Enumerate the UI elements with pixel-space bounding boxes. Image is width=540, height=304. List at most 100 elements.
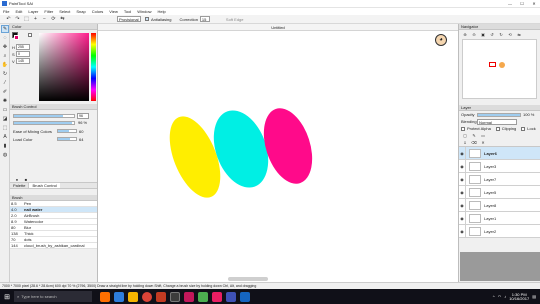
tab-palette[interactable]: Palette: [10, 183, 30, 188]
text-tool-icon[interactable]: A: [1, 133, 9, 141]
correction-select[interactable]: 15: [199, 16, 210, 22]
taskbar-app-icon[interactable]: [198, 291, 208, 302]
maximize-icon[interactable]: ☐: [516, 1, 528, 6]
menu-tool[interactable]: Tool: [124, 8, 131, 15]
clear-layer-icon[interactable]: ⌫: [471, 140, 477, 146]
load-color-slider[interactable]: [57, 137, 77, 141]
volume-icon[interactable]: ♪: [504, 294, 506, 299]
density-slider[interactable]: [13, 120, 75, 125]
saturation-value-picker[interactable]: [39, 33, 89, 101]
taskbar-app-icon[interactable]: [226, 291, 236, 302]
eraser-tool-icon[interactable]: ▭: [1, 106, 9, 114]
move-tool-icon[interactable]: ✥: [1, 43, 9, 51]
eye-icon[interactable]: ◉: [459, 186, 466, 198]
nav-flip-icon[interactable]: ⇆: [516, 31, 522, 37]
lock-checkbox[interactable]: [521, 126, 526, 131]
taskbar-app-icon[interactable]: [170, 291, 180, 302]
zoom-tool-icon[interactable]: ⌕: [1, 52, 9, 60]
taskbar-folder-icon[interactable]: [128, 291, 138, 302]
protect-alpha-checkbox[interactable]: [461, 126, 465, 131]
taskbar-app-icon[interactable]: [100, 291, 110, 302]
hue-slider[interactable]: [91, 33, 96, 101]
eyedropper-tool-icon[interactable]: ⁄: [1, 79, 9, 87]
menu-layer[interactable]: Layer: [28, 8, 38, 15]
brush-shape-flat-icon[interactable]: ■: [23, 176, 29, 182]
menu-select[interactable]: Select: [59, 8, 70, 15]
canvas-drawing[interactable]: [98, 31, 458, 282]
layer-row[interactable]: ◉ Layer8: [459, 199, 540, 212]
delete-layer-icon[interactable]: ✕: [480, 140, 486, 146]
layer-row[interactable]: ◉ Layer1: [459, 212, 540, 225]
deselect-icon[interactable]: ⬚: [23, 16, 30, 23]
layer-row-selected[interactable]: ◉ Layer6: [459, 147, 540, 160]
value-field[interactable]: 145: [16, 58, 30, 64]
taskbar-chrome-icon[interactable]: [142, 291, 152, 302]
eye-icon[interactable]: ◉: [459, 212, 466, 224]
airbrush-tool-icon[interactable]: ✺: [1, 97, 9, 105]
menu-window[interactable]: Window: [137, 8, 151, 15]
nav-fit-icon[interactable]: ▣: [480, 31, 486, 37]
secondary-color-swatch[interactable]: [14, 35, 19, 40]
taskbar-app-icon[interactable]: [212, 291, 222, 302]
opacity-slider[interactable]: [477, 112, 521, 117]
hand-tool-icon[interactable]: ✋: [1, 61, 9, 69]
windows-start-icon[interactable]: ⊞: [0, 293, 14, 301]
taskbar-app-icon[interactable]: [184, 291, 194, 302]
layer-row[interactable]: ◉ Layer5: [459, 186, 540, 199]
nav-zoom-out-icon[interactable]: ⊖: [471, 31, 477, 37]
menu-help[interactable]: Help: [157, 8, 165, 15]
brush-item[interactable]: 144 cloud_brush_by_ashikan_cardinal: [10, 243, 97, 249]
brush-shape-round-icon[interactable]: ●: [14, 176, 20, 182]
taskbar-app-icon[interactable]: [156, 291, 166, 302]
flip-icon[interactable]: ⇆: [59, 16, 66, 23]
hue-field[interactable]: 255: [16, 44, 30, 50]
eye-icon[interactable]: ◉: [459, 147, 466, 159]
bucket-tool-icon[interactable]: ◪: [1, 115, 9, 123]
eye-icon[interactable]: ◉: [459, 173, 466, 185]
blending-mode-select[interactable]: Normal: [477, 118, 517, 125]
nav-zoom-in-icon[interactable]: ⊕: [462, 31, 468, 37]
minimize-icon[interactable]: —: [504, 1, 516, 6]
menu-snap[interactable]: Snap: [76, 8, 85, 15]
layer-row[interactable]: ◉ Layer7: [459, 173, 540, 186]
stabilizer-select[interactable]: Provisional: [117, 16, 141, 22]
nav-reset-icon[interactable]: ⟲: [507, 31, 513, 37]
pen-tool-icon[interactable]: ✎: [1, 25, 9, 33]
undo-icon[interactable]: ↶: [5, 16, 12, 23]
merge-down-icon[interactable]: ⇓: [462, 140, 468, 146]
close-icon[interactable]: ✕: [528, 1, 540, 6]
transparent-color-swatch[interactable]: [28, 33, 32, 37]
antialiasing-checkbox[interactable]: [145, 17, 149, 21]
eye-icon[interactable]: ◉: [459, 199, 466, 211]
network-icon[interactable]: ◠: [498, 294, 502, 299]
navigator-preview[interactable]: [462, 39, 537, 99]
rotate-tool-icon[interactable]: ↻: [1, 70, 9, 78]
canvas-tab[interactable]: Untitled: [98, 24, 458, 31]
menu-colors[interactable]: Colors: [92, 8, 104, 15]
new-linework-layer-icon[interactable]: ✎: [471, 133, 477, 139]
saturation-field[interactable]: 0: [16, 51, 30, 57]
new-layer-icon[interactable]: ▢: [462, 133, 468, 139]
select-tool-icon[interactable]: ⬚: [1, 124, 9, 132]
menu-view[interactable]: View: [109, 8, 118, 15]
notifications-icon[interactable]: ▤: [532, 294, 536, 299]
new-folder-icon[interactable]: ▭: [480, 133, 486, 139]
horizontal-scrollbar[interactable]: [228, 277, 268, 281]
menu-filter[interactable]: Filter: [44, 8, 53, 15]
redo-icon[interactable]: ↷: [14, 16, 21, 23]
size-field[interactable]: 96: [77, 112, 89, 119]
zoom-in-icon[interactable]: +: [32, 16, 39, 23]
layer-row[interactable]: ◉ Layer3: [459, 160, 540, 173]
navigator-viewport-rect[interactable]: [489, 62, 496, 67]
blur-tool-icon[interactable]: ◍: [1, 151, 9, 159]
brush-tool-icon[interactable]: ✐: [1, 88, 9, 96]
clipping-checkbox[interactable]: [495, 126, 500, 131]
lasso-tool-icon[interactable]: ◌: [1, 34, 9, 42]
rotate-icon[interactable]: ⟳: [50, 16, 57, 23]
eye-icon[interactable]: ◉: [459, 160, 466, 172]
marker-tool-icon[interactable]: ▮: [1, 142, 9, 150]
eye-icon[interactable]: ◉: [459, 225, 466, 237]
taskbar-sai-icon[interactable]: [240, 291, 250, 302]
zoom-out-icon[interactable]: −: [41, 16, 48, 23]
taskbar-app-icon[interactable]: [114, 291, 124, 302]
